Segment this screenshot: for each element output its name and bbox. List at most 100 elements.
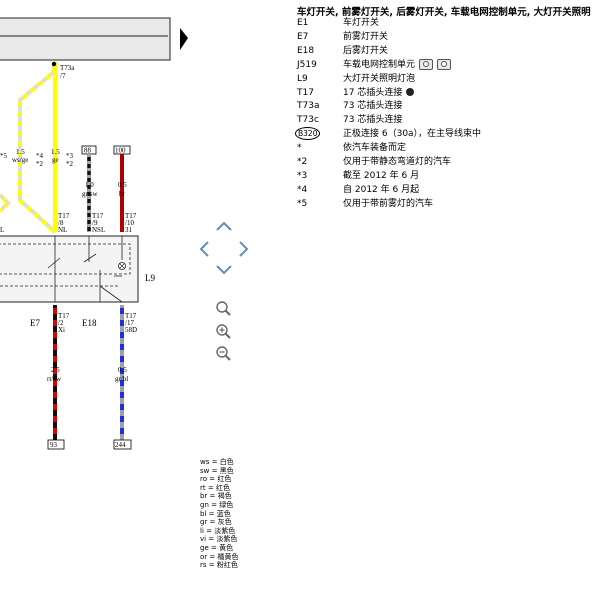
pan-right-icon[interactable]	[239, 241, 249, 257]
w3-color: gr/sw	[82, 190, 99, 198]
pan-control[interactable]	[199, 221, 249, 275]
w5-size: 2.5	[51, 366, 60, 374]
legend-row: *2 仅用于带静态弯道灯的汽车	[297, 155, 451, 169]
legend-row: E1 车灯开关	[297, 16, 379, 30]
note-2b: *2	[66, 160, 74, 168]
legend-row: T73c 73 芯插头连接	[297, 113, 402, 127]
legend-code: *5	[297, 198, 308, 209]
connector-244-label: 244	[115, 441, 126, 449]
color-legend-row: bl = 蓝色	[200, 509, 231, 518]
switch-housing	[0, 235, 139, 303]
note-2a: *2	[36, 160, 44, 168]
color-legend-row: ws = 白色	[200, 458, 234, 466]
color-legend-row: ro = 红色	[200, 475, 232, 484]
w1-color: ws/ge	[12, 156, 28, 164]
harness-box	[0, 17, 171, 61]
legend-code: T73c	[297, 115, 319, 126]
camera-icon[interactable]	[419, 58, 434, 70]
color-legend-row: rs = 粉红色	[200, 561, 238, 570]
legend-desc: 依汽车装备而定	[343, 143, 407, 154]
w6-size: 0.5	[118, 366, 127, 374]
e18-label: E18	[82, 318, 97, 328]
legend-desc: 截至 2012 年 6 月	[343, 170, 420, 181]
w2-size: 1.5	[51, 148, 60, 156]
color-legend-row: gn = 绿色	[200, 500, 234, 509]
pin17-c: 58D	[125, 326, 137, 334]
legend-code: *	[297, 143, 302, 154]
color-legend-row: sw = 黑色	[200, 466, 234, 475]
legend-code: E1	[297, 18, 309, 28]
legend-row: B320 正极连接 6（30a），在主导线束中	[295, 127, 482, 141]
legend-desc: 后雾灯开关	[343, 45, 389, 56]
note-5: *5	[0, 152, 8, 160]
pin8-c: NL	[58, 226, 67, 234]
legend-desc: 73 芯插头连接	[343, 115, 403, 126]
connector-pin-icon[interactable]	[406, 88, 415, 96]
connector-93-label: 93	[50, 441, 58, 449]
junction-dot	[51, 61, 57, 67]
pin2-c: Xi	[58, 326, 65, 334]
color-legend-row: vi = 淡紫色	[200, 535, 238, 544]
legend-code-circled: B320	[295, 127, 321, 141]
legend-desc: 自 2012 年 6 月起	[343, 184, 420, 195]
legend-row: L9 大灯开关照明灯泡	[297, 72, 415, 86]
legend-desc: 17 芯插头连接	[343, 87, 403, 98]
e7-label: E7	[30, 318, 40, 328]
legend-desc: 仅用于带静态弯道灯的汽车	[343, 157, 452, 167]
w4-size: 0.5	[118, 181, 127, 189]
legend-code: T17	[297, 87, 314, 98]
pin9-c: NSL	[92, 226, 105, 234]
legend-code: E18	[297, 45, 315, 56]
legend-row: T73a 73 芯插头连接	[297, 99, 402, 113]
legend-code: B320	[295, 127, 343, 141]
color-legend-row: or = 橘黄色	[200, 552, 239, 561]
l9-label: L9	[145, 273, 155, 283]
legend-code: *4	[297, 184, 308, 195]
legend-code: *3	[297, 170, 308, 181]
legend-desc: 73 芯插头连接	[343, 101, 403, 112]
pan-left-icon[interactable]	[199, 241, 209, 257]
legend-row: E7 前雾灯开关	[297, 30, 388, 44]
legend-row: T17 17 芯插头连接	[297, 86, 415, 100]
legend-row: *4 自 2012 年 6 月起	[297, 183, 419, 197]
legend-code: T73a	[297, 101, 320, 112]
note-3: *3	[66, 152, 74, 160]
legend-desc: 正极连接 6（30a），在主导线束中	[343, 129, 482, 140]
w4-color: br	[119, 190, 126, 198]
w6-color: gr/bl	[115, 375, 128, 383]
legend-row: *3 截至 2012 年 6 月	[297, 169, 419, 183]
t73a-pin: /7	[60, 72, 66, 80]
pan-up-icon[interactable]	[216, 221, 232, 231]
color-legend: ws = 白色 sw = 黑色 ro = 红色 rt = 红色 br = 褐色 gn = …	[200, 458, 238, 570]
connector-100-label: 100	[115, 147, 126, 155]
zoom-fit-icon[interactable]	[216, 301, 231, 316]
legend-row: *5 仅用于带前雾灯的汽车	[297, 197, 433, 211]
camera-icon[interactable]	[437, 58, 452, 70]
w3-size: 1.0	[85, 181, 94, 189]
legend-code: J519	[297, 59, 317, 70]
pan-down-icon[interactable]	[216, 265, 232, 275]
zoom-in-icon[interactable]	[216, 324, 231, 339]
zoom-out-icon[interactable]	[216, 346, 231, 361]
left-pin-label: L	[0, 226, 4, 234]
legend-desc: 仅用于带前雾灯的汽车	[343, 198, 434, 209]
connector-88-label: 88	[84, 147, 92, 155]
legend-desc: 大灯开关照明灯泡	[343, 73, 416, 84]
legend-row: E18 后雾灯开关	[297, 44, 388, 58]
legend-row: * 依汽车装备而定	[297, 141, 406, 155]
w1-size: 1.5	[16, 148, 25, 156]
page-forward-arrow-icon[interactable]	[180, 28, 188, 50]
legend-row: J519 车载电网控制单元	[297, 58, 452, 72]
color-legend-row: br = 褐色	[200, 492, 232, 501]
t73a-label: T73a	[60, 64, 75, 72]
color-legend-row: gr = 灰色	[200, 518, 232, 527]
wire-ws-ge-2-stripe	[18, 175, 57, 234]
legend-desc: 车灯开关	[343, 18, 380, 28]
legend-code: *2	[297, 157, 308, 167]
note-4: *4	[36, 152, 44, 160]
legend-desc: 车载电网控制单元	[343, 59, 416, 70]
color-legend-row: ge = 黄色	[200, 543, 234, 552]
w2-color: ge	[52, 156, 59, 164]
legend-code: E7	[297, 31, 309, 42]
legend-code: L9	[297, 73, 308, 84]
